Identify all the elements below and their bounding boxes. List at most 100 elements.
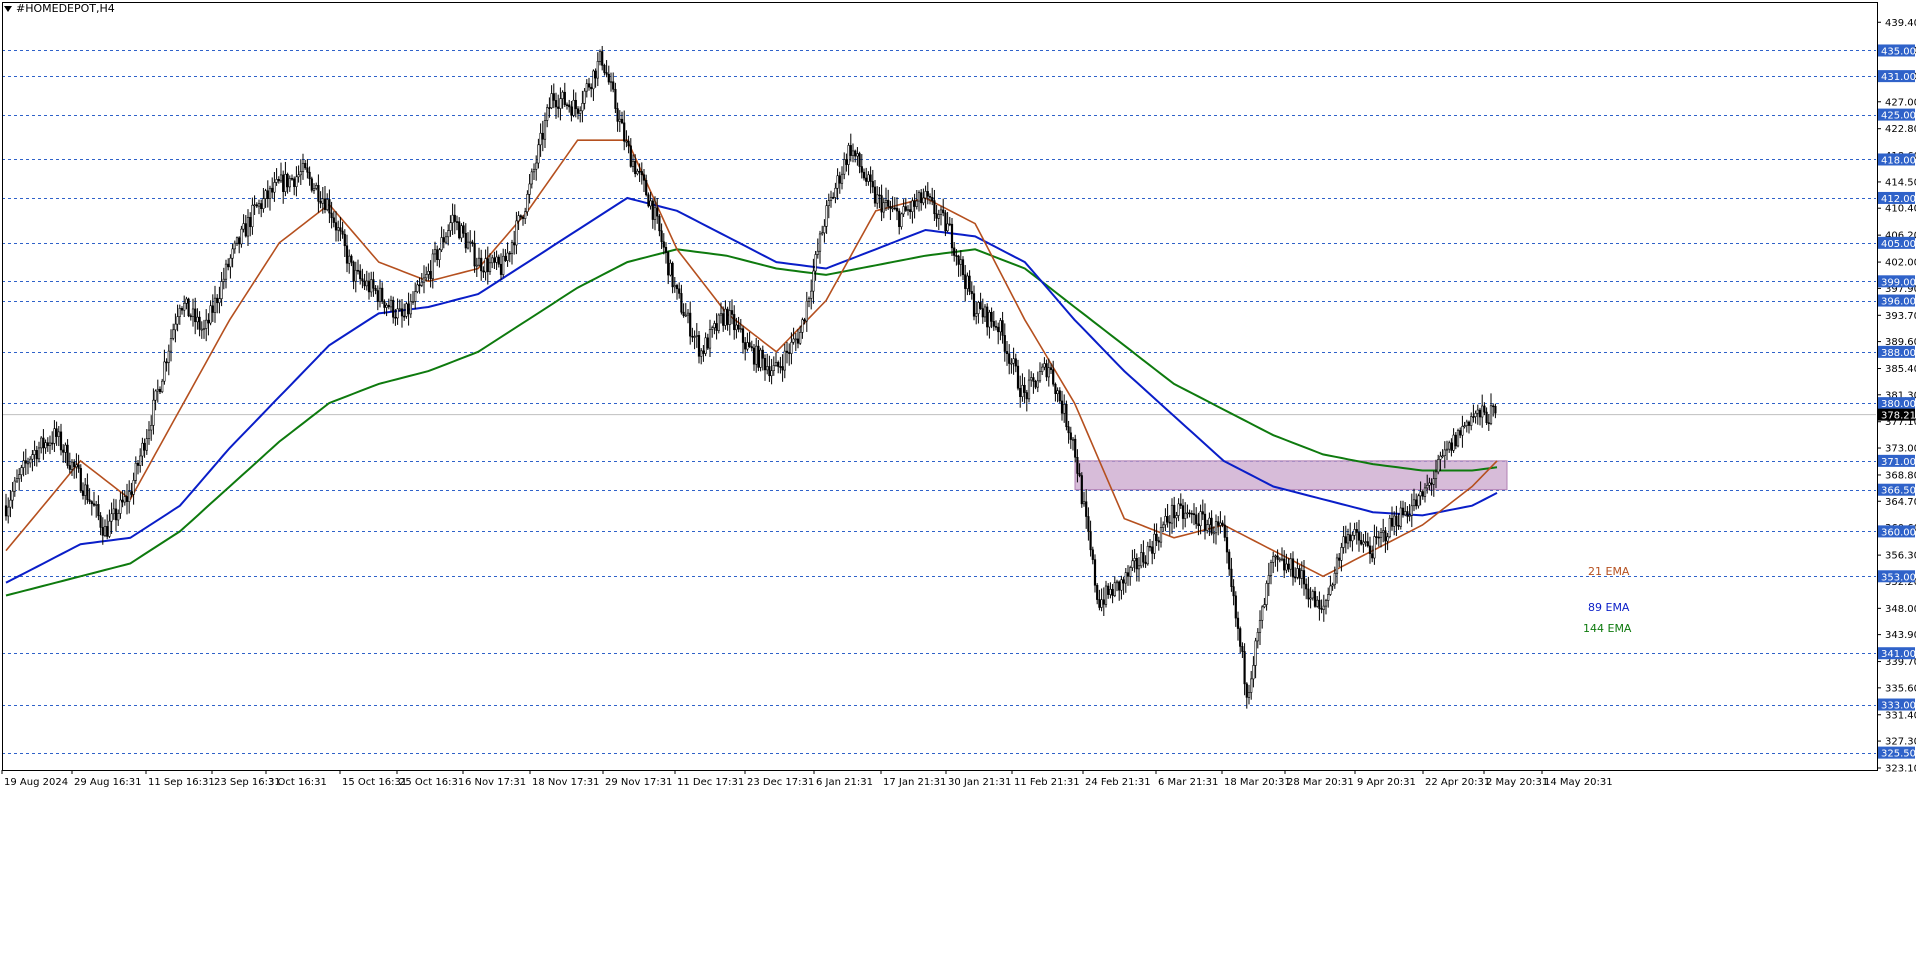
candle-body <box>1399 507 1402 527</box>
candle-body <box>1212 532 1215 535</box>
candle-body <box>334 222 338 231</box>
candle-body <box>656 207 659 217</box>
level-tag-label: 435.00 <box>1881 46 1916 57</box>
y-tick-label: 331.40 <box>1885 710 1916 721</box>
level-tag-label: 418.00 <box>1881 155 1916 166</box>
candle-body <box>1104 585 1108 605</box>
candle-body <box>1307 588 1310 600</box>
ema-legend: 21 EMA 89 EMA 144 EMA <box>1583 565 1632 635</box>
candle-body <box>359 270 362 280</box>
candle-body <box>1080 475 1083 505</box>
candle-body <box>1190 513 1193 515</box>
candle-body <box>1067 426 1070 434</box>
y-tick-label: 373.00 <box>1885 444 1916 455</box>
candle-body <box>279 174 283 182</box>
x-tick-label: 30 Jan 21:31 <box>948 777 1011 788</box>
candle-body <box>1071 438 1075 441</box>
candle-body <box>1448 442 1451 450</box>
candle-body <box>609 81 613 84</box>
candle-body <box>935 213 938 219</box>
candle-body <box>11 490 14 501</box>
candle-body <box>284 173 287 192</box>
zone-rect <box>1074 460 1508 491</box>
candle-body <box>937 214 940 219</box>
candle-body <box>15 478 19 482</box>
candle-body <box>1069 432 1072 440</box>
candle-body <box>660 230 663 243</box>
candle-body <box>22 460 25 468</box>
y-tick-label: 364.70 <box>1885 497 1916 508</box>
candle-body <box>587 83 591 88</box>
candle-body <box>1137 565 1141 570</box>
candle-body <box>783 350 786 371</box>
candle-body <box>975 313 978 317</box>
candle-body <box>229 257 232 268</box>
candle-body <box>902 206 905 215</box>
candle-body <box>444 236 448 243</box>
candle-body <box>620 118 624 124</box>
candle-body <box>882 202 885 213</box>
candle-body <box>673 285 676 288</box>
candle-body <box>1437 459 1440 473</box>
candle-body <box>312 188 316 191</box>
candle-body <box>323 198 327 210</box>
candle-body <box>376 290 379 302</box>
y-tick-label: 343.90 <box>1885 630 1916 641</box>
candle-body <box>387 304 390 308</box>
candle-body <box>1401 507 1405 516</box>
ema-89-line <box>5 196 1498 584</box>
candle-body <box>1489 405 1493 424</box>
candle-body <box>1111 588 1114 596</box>
price-chart[interactable]: 439.40435.10431.00427.00422.80418.60414.… <box>0 0 1916 963</box>
candle-body <box>57 431 60 437</box>
candle-body <box>535 162 538 170</box>
candles <box>4 45 1497 709</box>
candle-body <box>264 190 267 199</box>
candle-body <box>398 308 401 311</box>
candle-body <box>939 209 943 215</box>
candle-body <box>931 197 934 201</box>
candle-body <box>1021 384 1024 397</box>
candle-body <box>755 345 758 365</box>
candle-body <box>464 232 467 249</box>
candle-body <box>308 171 311 180</box>
legend-label: 21 EMA <box>1588 565 1630 578</box>
candle-body <box>1371 553 1374 559</box>
candle-body <box>957 255 960 265</box>
candle-body <box>1364 541 1367 543</box>
candle-body <box>1283 558 1286 571</box>
candle-body <box>636 170 639 175</box>
candle-body <box>128 491 131 502</box>
candle-body <box>1010 362 1013 365</box>
candle-body <box>1184 512 1187 519</box>
candle-body <box>174 323 177 331</box>
candle-body <box>59 431 63 451</box>
candle-body <box>306 167 309 173</box>
candle-body <box>299 171 302 176</box>
candle-body <box>678 288 681 294</box>
candle-body <box>161 380 164 393</box>
candle-body <box>1316 599 1319 607</box>
candle-body <box>581 103 584 112</box>
candle-body <box>484 258 487 273</box>
candle-body <box>944 212 947 232</box>
level-lines <box>2 50 1876 754</box>
candle-body <box>526 194 529 212</box>
candle-body <box>891 207 894 210</box>
candle-body <box>576 108 580 114</box>
candle-body <box>425 274 428 279</box>
candle-body <box>1278 558 1281 561</box>
candle-body <box>686 312 690 316</box>
candle-body <box>321 198 324 204</box>
candle-body <box>367 280 371 293</box>
candle-body <box>700 350 703 357</box>
candle-body <box>447 230 450 238</box>
candle-body <box>528 183 531 195</box>
candle-body <box>18 474 21 480</box>
candle-body <box>202 328 206 330</box>
candle-body <box>968 275 971 292</box>
candle-body <box>257 203 261 207</box>
candle-body <box>851 150 855 156</box>
candle-body <box>858 153 861 167</box>
candle-body <box>794 338 797 341</box>
